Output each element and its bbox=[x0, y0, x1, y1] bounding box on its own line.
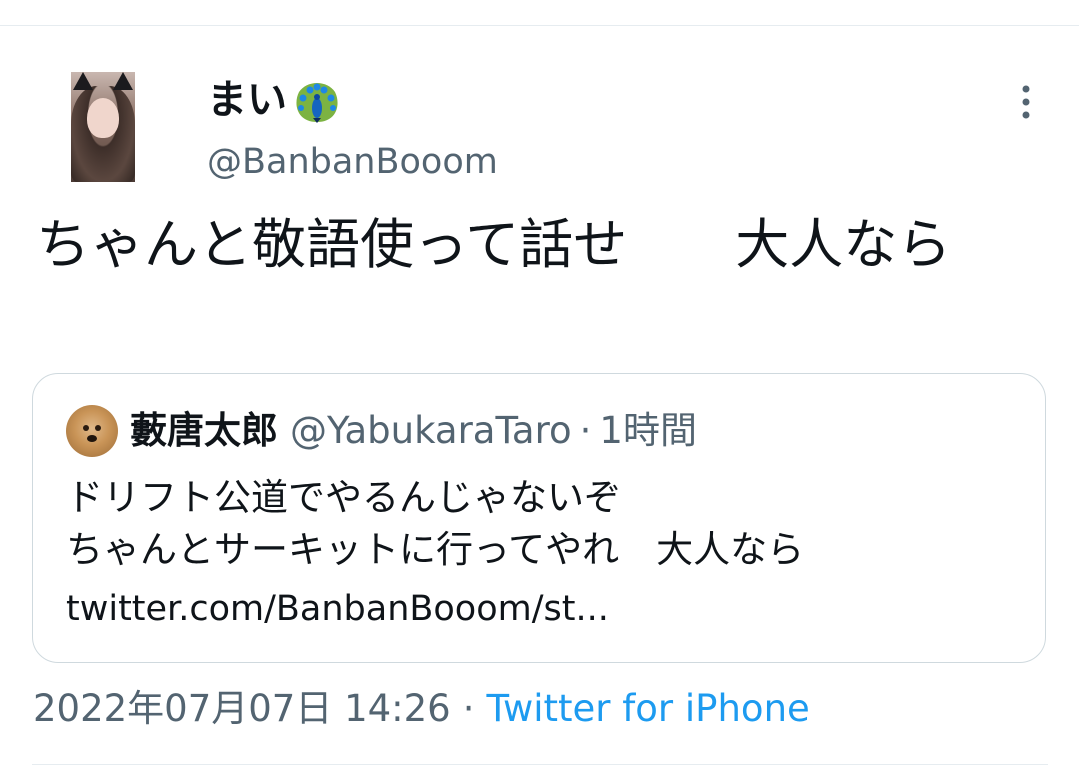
tweet-source-link[interactable]: Twitter for iPhone bbox=[486, 687, 809, 730]
metadata-separator: · bbox=[462, 687, 475, 730]
tweet-timestamp[interactable]: 2022年07月07日 14:26 bbox=[33, 687, 451, 730]
author-avatar[interactable] bbox=[71, 72, 135, 182]
quoted-author-avatar bbox=[66, 405, 118, 457]
top-divider bbox=[0, 25, 1079, 26]
author-display-name[interactable]: まい bbox=[207, 76, 287, 124]
tweet-metadata: 2022年07月07日 14:26 · Twitter for iPhone bbox=[33, 685, 810, 733]
quoted-header-separator: · bbox=[579, 409, 592, 452]
bottom-divider bbox=[32, 764, 1048, 765]
more-vertical-icon[interactable] bbox=[1016, 84, 1036, 120]
peacock-emoji-icon bbox=[296, 83, 338, 123]
tweet-text: ちゃんと敬語使って話せ 大人なら bbox=[36, 213, 952, 276]
quoted-tweet-time: 1時間 bbox=[599, 409, 697, 452]
quoted-tweet-link[interactable]: twitter.com/BanbanBooom/st... bbox=[66, 584, 609, 634]
quoted-author-name: 藪唐太郎 bbox=[130, 409, 278, 452]
quoted-author-handle: @YabukaraTaro bbox=[290, 409, 572, 452]
quoted-tweet-text: ドリフト公道でやるんじゃないぞ ちゃんとサーキットに行ってやれ 大人なら bbox=[66, 476, 805, 571]
author-handle[interactable]: @BanbanBooom bbox=[207, 140, 498, 184]
quoted-tweet-header: 藪唐太郎 @YabukaraTaro · 1時間 bbox=[130, 408, 697, 454]
